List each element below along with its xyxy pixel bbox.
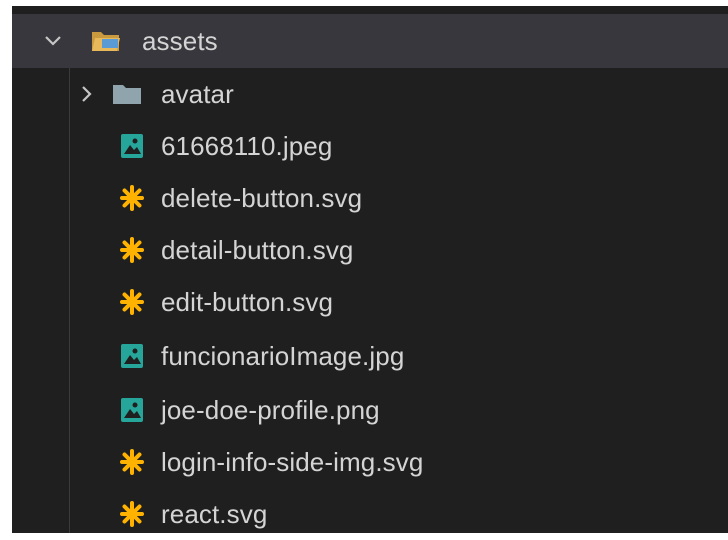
folder-open-icon [92,32,120,51]
svg-file-icon [120,449,144,475]
file-name: edit-button.svg [161,286,334,317]
svg-file-icon [120,501,144,527]
file-name: funcionarioImage.jpg [161,340,405,371]
file-name: 61668110.jpeg [161,130,333,161]
svg-file-icon [120,237,144,263]
image-file-icon [121,134,143,158]
file-name: login-info-side-img.svg [161,446,424,477]
tree-item-file[interactable]: 61668110.jpeg [12,120,728,172]
file-name: detail-button.svg [161,234,354,265]
folder-icon [113,85,141,104]
file-name: delete-button.svg [161,182,363,213]
tree-item-avatar-folder[interactable]: avatar [12,68,728,120]
chevron-right-icon[interactable] [76,83,98,105]
tree-item-file[interactable]: funcionarioImage.jpg [12,330,728,382]
folder-name-avatar: avatar [161,78,234,109]
tree-item-assets-folder[interactable]: assets [12,14,728,68]
tree-item-file[interactable]: edit-button.svg [12,276,728,328]
tree-item-file[interactable]: delete-button.svg [12,172,728,224]
tree-item-file[interactable]: login-info-side-img.svg [12,436,728,488]
file-explorer: assets avatar 61668110.jpeg delete-butto… [12,6,728,533]
chevron-down-icon[interactable] [42,30,64,52]
tree-item-file[interactable]: react.svg [12,488,728,540]
folder-name-assets: assets [142,25,218,56]
file-name: react.svg [161,498,268,529]
image-file-icon [121,398,143,422]
svg-file-icon [120,289,144,315]
file-name: joe-doe-profile.png [161,394,380,425]
tree-item-file[interactable]: detail-button.svg [12,224,728,276]
svg-file-icon [120,185,144,211]
tree-item-file[interactable]: joe-doe-profile.png [12,384,728,436]
image-file-icon [121,344,143,368]
